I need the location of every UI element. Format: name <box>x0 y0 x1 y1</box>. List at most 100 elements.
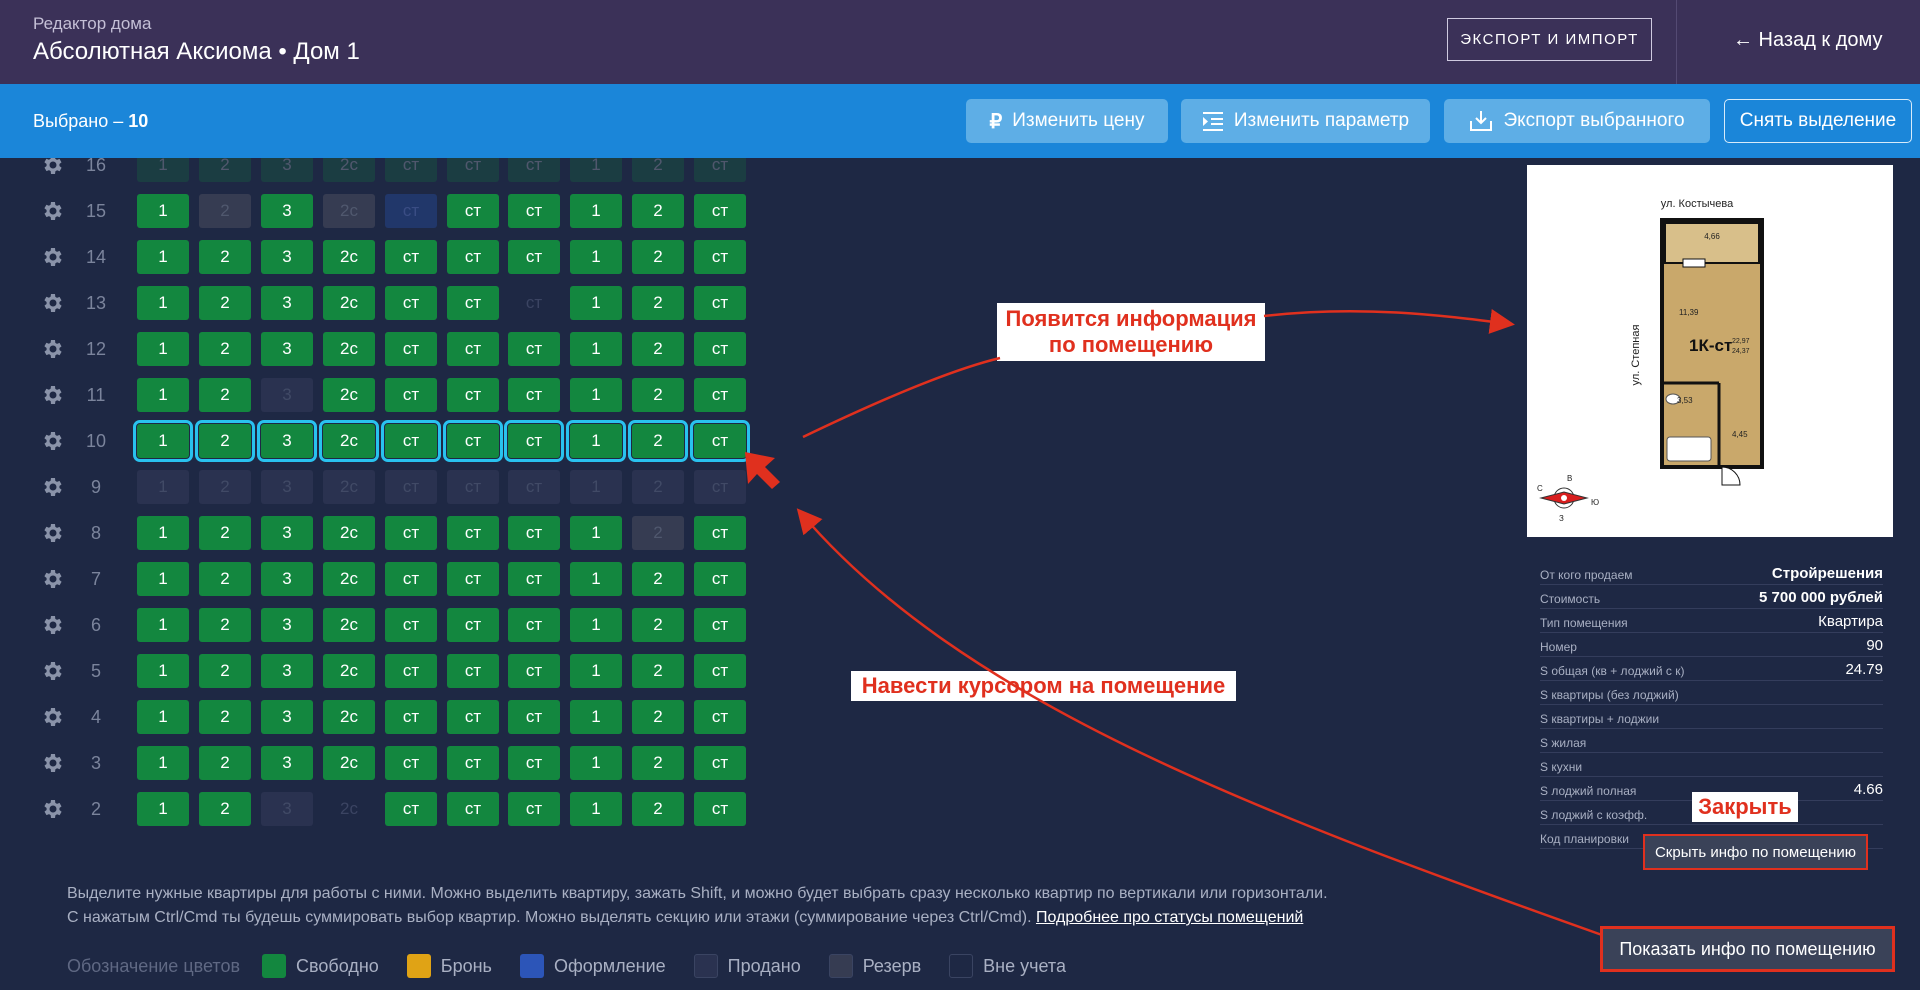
apartment-cell[interactable]: ст <box>385 792 437 826</box>
apartment-cell[interactable]: 2с <box>323 746 375 780</box>
floor-settings-gear-icon[interactable] <box>40 158 64 177</box>
apartment-cell[interactable]: 1 <box>137 194 189 228</box>
floor-settings-gear-icon[interactable] <box>40 521 64 545</box>
apartment-cell[interactable]: ст <box>385 562 437 596</box>
apartment-cell[interactable]: ст <box>508 608 560 642</box>
apartment-cell[interactable]: ст <box>508 332 560 366</box>
apartment-cell[interactable]: 2 <box>632 746 684 780</box>
apartment-cell[interactable]: ст <box>447 516 499 550</box>
apartment-cell[interactable]: ст <box>381 420 441 462</box>
apartment-cell[interactable]: 2с <box>323 654 375 688</box>
apartment-cell[interactable]: 2с <box>323 562 375 596</box>
apartment-cell[interactable]: 3 <box>261 240 313 274</box>
apartment-cell[interactable]: ст <box>694 700 746 734</box>
apartment-cell[interactable]: 2 <box>199 700 251 734</box>
apartment-cell[interactable]: 2с <box>323 158 375 182</box>
apartment-cell[interactable]: ст <box>694 158 746 182</box>
apartment-cell[interactable]: ст <box>385 470 437 504</box>
apartment-cell[interactable]: 3 <box>257 420 317 462</box>
apartment-cell[interactable]: ст <box>694 516 746 550</box>
apartment-cell[interactable]: 2 <box>632 194 684 228</box>
show-premise-info-button[interactable]: Показать инфо по помещению <box>1600 926 1895 972</box>
apartment-cell[interactable]: 3 <box>261 194 313 228</box>
apartment-cell[interactable]: 1 <box>137 608 189 642</box>
apartment-cell[interactable]: 3 <box>261 654 313 688</box>
apartment-cell[interactable]: 2 <box>632 378 684 412</box>
floor-settings-gear-icon[interactable] <box>40 337 64 361</box>
apartment-cell[interactable]: 2 <box>195 420 255 462</box>
apartment-cell[interactable]: 2 <box>628 420 688 462</box>
apartment-cell[interactable]: 1 <box>570 194 622 228</box>
apartment-cell[interactable]: 1 <box>570 286 622 320</box>
apartment-cell[interactable]: ст <box>508 286 560 320</box>
apartment-cell[interactable]: 1 <box>570 332 622 366</box>
export-selected-button[interactable]: Экспорт выбранного <box>1444 99 1710 143</box>
apartment-cell[interactable]: ст <box>447 700 499 734</box>
apartment-cell[interactable]: 3 <box>261 746 313 780</box>
apartment-cell[interactable]: 2 <box>632 792 684 826</box>
floor-settings-gear-icon[interactable] <box>40 751 64 775</box>
apartment-cell[interactable]: ст <box>385 240 437 274</box>
apartment-cell[interactable]: ст <box>385 286 437 320</box>
apartment-cell[interactable]: ст <box>447 608 499 642</box>
apartment-cell[interactable]: 2 <box>199 286 251 320</box>
apartment-cell[interactable]: ст <box>385 332 437 366</box>
apartment-cell[interactable]: 1 <box>137 562 189 596</box>
apartment-cell[interactable]: 3 <box>261 608 313 642</box>
apartment-cell[interactable]: 2 <box>632 332 684 366</box>
apartment-cell[interactable]: 1 <box>137 240 189 274</box>
export-import-button[interactable]: ЭКСПОРТ И ИМПОРТ <box>1447 18 1652 61</box>
apartment-cell[interactable]: ст <box>694 470 746 504</box>
apartment-cell[interactable]: ст <box>694 332 746 366</box>
floor-settings-gear-icon[interactable] <box>40 429 64 453</box>
apartment-cell[interactable]: ст <box>508 746 560 780</box>
floor-settings-gear-icon[interactable] <box>40 797 64 821</box>
apartment-cell[interactable]: ст <box>694 654 746 688</box>
apartment-cell[interactable]: ст <box>443 420 503 462</box>
floor-settings-gear-icon[interactable] <box>40 383 64 407</box>
apartment-cell[interactable]: ст <box>694 240 746 274</box>
apartment-cell[interactable]: ст <box>385 194 437 228</box>
apartment-cell[interactable]: 2 <box>199 470 251 504</box>
apartment-cell[interactable]: ст <box>385 608 437 642</box>
apartment-cell[interactable]: ст <box>447 792 499 826</box>
apartment-cell[interactable]: 2 <box>199 378 251 412</box>
apartment-cell[interactable]: 1 <box>570 516 622 550</box>
apartment-cell[interactable]: 1 <box>570 700 622 734</box>
apartment-cell[interactable]: ст <box>447 194 499 228</box>
apartment-cell[interactable]: 1 <box>133 420 193 462</box>
floor-settings-gear-icon[interactable] <box>40 659 64 683</box>
apartment-cell[interactable]: 2с <box>323 332 375 366</box>
apartment-cell[interactable]: ст <box>508 700 560 734</box>
apartment-cell[interactable]: 2с <box>323 470 375 504</box>
hide-premise-info-button[interactable]: Скрыть инфо по помещению <box>1643 834 1868 870</box>
apartment-cell[interactable]: 2 <box>632 654 684 688</box>
apartment-cell[interactable]: ст <box>508 240 560 274</box>
apartment-cell[interactable]: 2с <box>323 286 375 320</box>
statuses-info-link[interactable]: Подробнее про статусы помещений <box>1036 909 1303 926</box>
apartment-cell[interactable]: 3 <box>261 700 313 734</box>
apartment-cell[interactable]: 3 <box>261 470 313 504</box>
apartment-cell[interactable]: ст <box>694 378 746 412</box>
apartment-cell[interactable]: 1 <box>570 792 622 826</box>
apartment-cell[interactable]: ст <box>690 420 750 462</box>
apartment-cell[interactable]: ст <box>385 158 437 182</box>
apartment-cell[interactable]: 1 <box>570 654 622 688</box>
apartment-cell[interactable]: ст <box>447 654 499 688</box>
apartment-cell[interactable]: 2 <box>199 516 251 550</box>
apartment-cell[interactable]: 2 <box>632 608 684 642</box>
apartment-cell[interactable]: ст <box>694 286 746 320</box>
apartment-cell[interactable]: ст <box>447 746 499 780</box>
apartment-cell[interactable]: ст <box>508 470 560 504</box>
apartment-cell[interactable]: 3 <box>261 286 313 320</box>
apartment-cell[interactable]: ст <box>385 516 437 550</box>
floor-settings-gear-icon[interactable] <box>40 291 64 315</box>
apartment-cell[interactable]: 2 <box>632 470 684 504</box>
back-to-house-link[interactable]: ← Назад к дому <box>1733 29 1883 52</box>
clear-selection-button[interactable]: Снять выделение <box>1724 99 1912 143</box>
change-price-button[interactable]: ₽ Изменить цену <box>966 99 1168 143</box>
apartment-cell[interactable]: ст <box>504 420 564 462</box>
apartment-cell[interactable]: 1 <box>137 286 189 320</box>
apartment-cell[interactable]: 1 <box>137 792 189 826</box>
apartment-cell[interactable]: ст <box>447 286 499 320</box>
